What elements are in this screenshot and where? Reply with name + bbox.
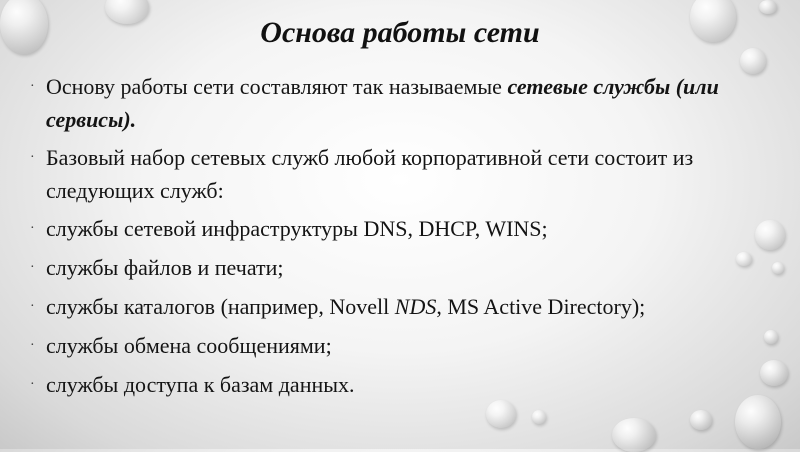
list-item: · службы каталогов (например, Novell NDS… xyxy=(30,290,770,323)
water-drop-decoration xyxy=(532,410,546,424)
bullet-icon: · xyxy=(30,79,35,94)
item-text: службы каталогов (например, Novell xyxy=(46,294,395,319)
slide: Основа работы сети · Основу работы сети … xyxy=(0,0,800,452)
water-drop-decoration xyxy=(772,262,784,274)
water-drop-decoration xyxy=(690,410,712,430)
item-italic: NDS xyxy=(394,294,437,319)
list-item: · Основу работы сети составляют так назы… xyxy=(30,70,770,136)
bullet-icon: · xyxy=(30,221,35,236)
item-text: Основу работы сети составляют так называ… xyxy=(46,74,508,99)
list-item: · службы файлов и печати; xyxy=(30,251,770,284)
list-item: · службы доступа к базам данных. xyxy=(30,368,770,401)
item-text-tail: , MS Active Directory); xyxy=(436,294,646,319)
list-item: · Базовый набор сетевых служб любой корп… xyxy=(30,141,770,207)
list-item: · службы сетевой инфраструктуры DNS, DHC… xyxy=(30,212,770,245)
list-item: · службы обмена сообщениями; xyxy=(30,329,770,362)
item-text: службы обмена сообщениями; xyxy=(46,333,332,358)
water-drop-decoration xyxy=(612,418,656,452)
bullet-icon: · xyxy=(30,260,35,275)
water-drop-decoration xyxy=(759,0,777,14)
item-text: службы сетевой инфраструктуры DNS, DHCP,… xyxy=(46,216,548,241)
bullet-icon: · xyxy=(30,338,35,353)
bullet-icon: · xyxy=(30,377,35,392)
bullet-icon: · xyxy=(30,150,35,165)
item-text: Базовый набор сетевых служб любой корпор… xyxy=(46,145,694,203)
bullet-list: · Основу работы сети составляют так назы… xyxy=(30,70,770,407)
slide-title: Основа работы сети xyxy=(260,16,540,49)
bullet-icon: · xyxy=(30,299,35,314)
item-text: службы файлов и печати; xyxy=(46,255,284,280)
item-text: службы доступа к базам данных. xyxy=(46,372,355,397)
